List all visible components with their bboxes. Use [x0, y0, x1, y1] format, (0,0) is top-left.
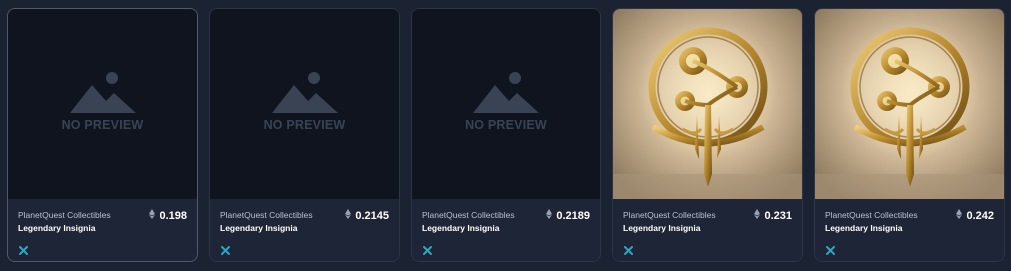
image-placeholder-icon [69, 72, 136, 113]
no-preview-placeholder: NO PREVIEW [210, 9, 399, 199]
no-preview-text: NO PREVIEW [263, 118, 346, 132]
price-value: 0.198 [159, 209, 187, 222]
nft-media: NO PREVIEW [412, 9, 600, 199]
image-placeholder-icon [271, 72, 338, 113]
collection-name: PlanetQuest Collectibles [18, 210, 111, 220]
ethereum-icon [345, 209, 352, 222]
nft-name: Legendary Insignia [623, 223, 701, 233]
collection-name: PlanetQuest Collectibles [825, 210, 918, 220]
collection-name: PlanetQuest Collectibles [422, 210, 515, 220]
nft-media [815, 9, 1004, 199]
x-chain-icon [624, 242, 633, 260]
price-value: 0.2145 [355, 209, 389, 222]
price-value: 0.242 [966, 209, 994, 222]
no-preview-placeholder: NO PREVIEW [8, 9, 197, 199]
nft-card-2[interactable]: NO PREVIEW PlanetQuest Collectibles Lege… [209, 8, 400, 262]
price-value: 0.2189 [556, 209, 590, 222]
nft-card-3[interactable]: NO PREVIEW PlanetQuest Collectibles Lege… [411, 8, 601, 262]
nft-price: 0.2145 [345, 209, 389, 222]
no-preview-text: NO PREVIEW [465, 118, 547, 132]
no-preview-placeholder: NO PREVIEW [412, 9, 600, 199]
ethereum-icon [956, 209, 963, 222]
nft-info: PlanetQuest Collectibles Legendary Insig… [815, 199, 1004, 261]
nft-info: PlanetQuest Collectibles Legendary Insig… [210, 199, 399, 261]
nft-card-5[interactable]: PlanetQuest Collectibles Legendary Insig… [814, 8, 1005, 262]
nft-card-1[interactable]: NO PREVIEW PlanetQuest Collectibles Lege… [7, 8, 198, 262]
nft-card-4[interactable]: PlanetQuest Collectibles Legendary Insig… [612, 8, 803, 262]
collection-name: PlanetQuest Collectibles [623, 210, 716, 220]
price-value: 0.231 [764, 209, 792, 222]
x-chain-icon [221, 242, 230, 260]
x-chain-icon [826, 242, 835, 260]
nft-info: PlanetQuest Collectibles Legendary Insig… [613, 199, 802, 261]
no-preview-text: NO PREVIEW [61, 118, 144, 132]
x-chain-icon [423, 242, 432, 260]
image-placeholder-icon [473, 72, 539, 113]
nft-media [613, 9, 802, 199]
nft-info: PlanetQuest Collectibles Legendary Insig… [8, 199, 197, 261]
nft-info: PlanetQuest Collectibles Legendary Insig… [412, 199, 600, 261]
nft-name: Legendary Insignia [825, 223, 903, 233]
nft-name: Legendary Insignia [220, 223, 298, 233]
nft-price: 0.242 [956, 209, 994, 222]
nft-price: 0.2189 [546, 209, 590, 222]
nft-price: 0.198 [149, 209, 187, 222]
nft-media: NO PREVIEW [210, 9, 399, 199]
nft-price: 0.231 [754, 209, 792, 222]
ethereum-icon [546, 209, 553, 222]
nft-grid: NO PREVIEW PlanetQuest Collectibles Lege… [0, 0, 1011, 271]
golden-insignia-art [613, 9, 802, 199]
collection-name: PlanetQuest Collectibles [220, 210, 313, 220]
ethereum-icon [149, 209, 156, 222]
nft-name: Legendary Insignia [18, 223, 96, 233]
nft-name: Legendary Insignia [422, 223, 500, 233]
golden-insignia-art [815, 9, 1004, 199]
ethereum-icon [754, 209, 761, 222]
nft-media: NO PREVIEW [8, 9, 197, 199]
x-chain-icon [19, 242, 28, 260]
